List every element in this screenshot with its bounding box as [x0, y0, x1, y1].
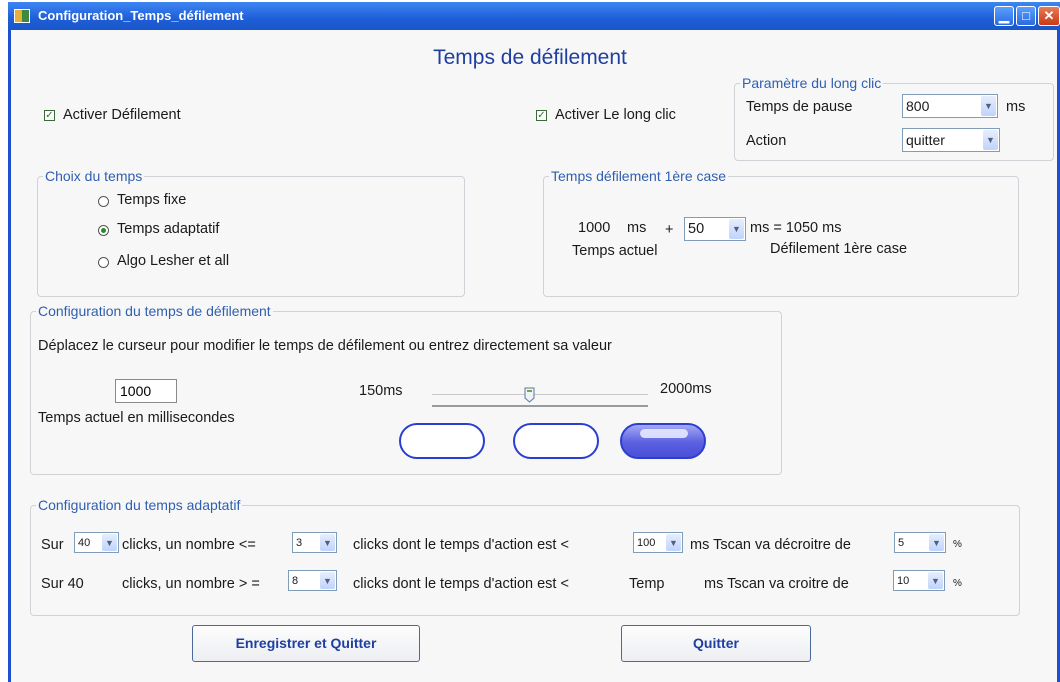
- row1-time-select[interactable]: 100 ▼: [633, 532, 683, 553]
- activer-long-clic-checkbox[interactable]: ✓: [536, 110, 547, 121]
- chevron-down-icon: ▼: [929, 534, 944, 551]
- slider-min-label: 150ms: [359, 383, 403, 399]
- row1-clicks-select[interactable]: 40 ▼: [74, 532, 119, 553]
- row1-tscan-text: ms Tscan va décroitre de: [690, 537, 851, 553]
- page-title: Temps de défilement: [433, 46, 627, 69]
- save-quit-button[interactable]: Enregistrer et Quitter: [192, 625, 420, 662]
- row2-percent-value: 10: [897, 574, 910, 587]
- action-label: Action: [746, 133, 787, 149]
- row1-count-select[interactable]: 3 ▼: [292, 532, 337, 553]
- add-time-value: 50: [688, 221, 705, 237]
- minimize-button[interactable]: ▁: [994, 6, 1014, 26]
- current-time-value: 1000: [578, 220, 611, 236]
- result-text: ms = 1050 ms: [750, 220, 842, 236]
- row2-count-value: 8: [292, 574, 299, 587]
- choix-temps-legend: Choix du temps: [43, 168, 145, 184]
- chevron-down-icon: ▼: [320, 572, 335, 589]
- quit-button[interactable]: Quitter: [621, 625, 811, 662]
- row2-percent-sign: %: [953, 578, 962, 589]
- row1-count-value: 3: [296, 536, 303, 549]
- close-button[interactable]: ✕: [1038, 6, 1060, 26]
- result-label: Défilement 1ère case: [770, 241, 908, 257]
- row2-action-text: clicks dont le temps d'action est <: [353, 576, 569, 592]
- radio-label: Temps adaptatif: [117, 221, 220, 237]
- slider-track-line: [432, 394, 648, 395]
- current-time-unit: ms: [627, 220, 647, 236]
- row2-temp-text: Temp: [629, 576, 665, 592]
- slider-track: [432, 405, 648, 407]
- activer-defilement-label: Activer Défilement: [63, 107, 181, 123]
- row2-count-select[interactable]: 8 ▼: [288, 570, 337, 591]
- scroll-time-input[interactable]: 1000: [115, 379, 177, 403]
- radio-temps-fixe[interactable]: [98, 196, 109, 207]
- row1-percent-value: 5: [898, 536, 905, 549]
- row1-sur: Sur: [41, 537, 64, 553]
- pause-unit: ms: [1006, 99, 1026, 115]
- pause-label: Temps de pause: [746, 99, 853, 115]
- row2-sur: Sur 40: [41, 576, 84, 592]
- adaptatif-legend: Configuration du temps adaptatif: [36, 497, 243, 513]
- radio-label: Temps fixe: [117, 192, 187, 208]
- speed-option-1[interactable]: [399, 423, 485, 459]
- row1-percent-select[interactable]: 5 ▼: [894, 532, 946, 553]
- scroll-time-label: Temps actuel en millisecondes: [38, 410, 235, 426]
- choix-temps-group: [37, 176, 465, 297]
- chevron-down-icon: ▼: [981, 96, 996, 116]
- chevron-down-icon: ▼: [102, 534, 117, 551]
- row1-percent-sign: %: [953, 539, 962, 550]
- long-clic-legend: Paramètre du long clic: [740, 75, 884, 91]
- chevron-down-icon: ▼: [666, 534, 681, 551]
- long-clic-group: [734, 83, 1054, 161]
- pause-select[interactable]: 800 ▼: [902, 94, 998, 118]
- activer-defilement-checkbox[interactable]: ✓: [44, 110, 55, 121]
- instruction-text: Déplacez le curseur pour modifier le tem…: [38, 338, 612, 354]
- action-value: quitter: [906, 132, 945, 148]
- row2-percent-select[interactable]: 10 ▼: [893, 570, 945, 591]
- activer-long-clic-label: Activer Le long clic: [555, 107, 676, 123]
- radio-temps-adaptatif[interactable]: [98, 225, 109, 236]
- action-select[interactable]: quitter ▼: [902, 128, 1000, 152]
- chevron-down-icon: ▼: [983, 130, 998, 150]
- slider-max-label: 2000ms: [660, 381, 712, 397]
- row2-tscan-text: ms Tscan va croitre de: [704, 576, 849, 592]
- speed-option-2[interactable]: [513, 423, 599, 459]
- row1-time-value: 100: [637, 536, 656, 549]
- maximize-button[interactable]: □: [1016, 6, 1036, 26]
- premiere-case-group: [543, 176, 1019, 297]
- chevron-down-icon: ▼: [928, 572, 943, 589]
- chevron-down-icon: ▼: [729, 219, 744, 239]
- radio-algo-lesher[interactable]: [98, 257, 109, 268]
- scroll-time-slider[interactable]: [432, 386, 648, 412]
- app-icon: [14, 9, 30, 23]
- pause-value: 800: [906, 98, 930, 114]
- row2-clicks-text: clicks, un nombre > =: [122, 576, 260, 592]
- speed-option-3[interactable]: [620, 423, 706, 459]
- plus-sign: +: [665, 222, 674, 238]
- row1-action-text: clicks dont le temps d'action est <: [353, 537, 569, 553]
- current-time-label: Temps actuel: [572, 243, 658, 259]
- adaptatif-group: [30, 505, 1020, 616]
- slider-thumb[interactable]: [524, 387, 535, 403]
- title-bar[interactable]: Configuration_Temps_défilement ▁ □ ✕: [8, 2, 1060, 30]
- row1-clicks-value: 40: [78, 536, 91, 549]
- window-title: Configuration_Temps_défilement: [38, 8, 244, 23]
- add-time-select[interactable]: 50 ▼: [684, 217, 746, 241]
- config-defilement-legend: Configuration du temps de défilement: [36, 303, 273, 319]
- radio-label: Algo Lesher et all: [117, 253, 230, 269]
- chevron-down-icon: ▼: [320, 534, 335, 551]
- row1-clicks-text: clicks, un nombre <=: [122, 537, 256, 553]
- premiere-case-legend: Temps défilement 1ère case: [549, 168, 729, 184]
